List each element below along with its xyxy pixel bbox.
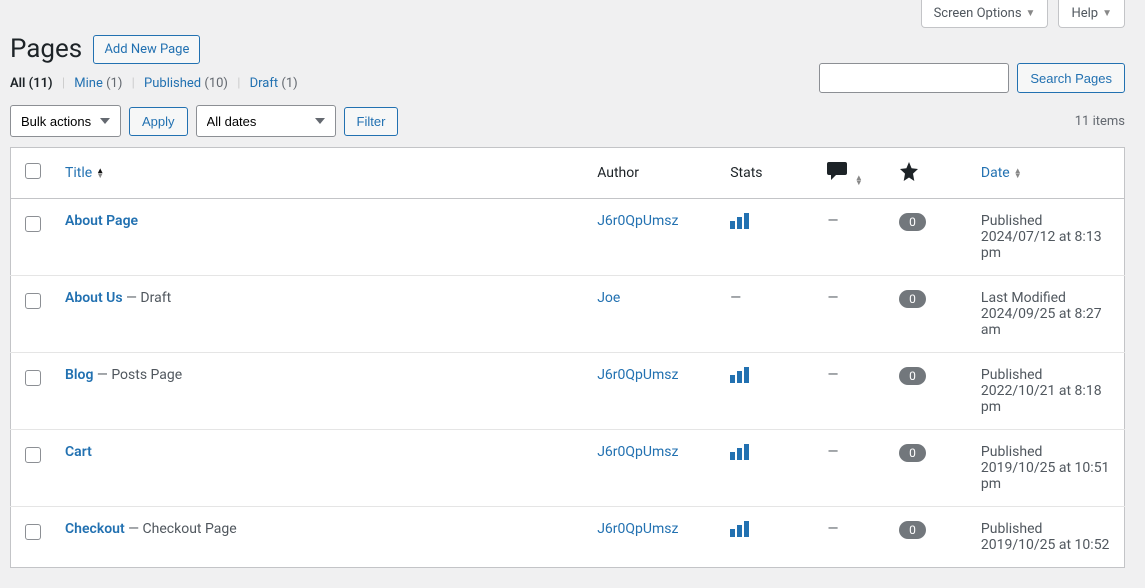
sort-icon: ▲▼: [1014, 168, 1022, 178]
help-label: Help: [1071, 6, 1098, 21]
date-status: Published: [981, 444, 1114, 460]
table-row: Checkout — Checkout Page J6r0QpUmsz — 0 Publ…: [11, 507, 1125, 568]
row-checkbox[interactable]: [25, 370, 41, 386]
row-checkbox[interactable]: [25, 524, 41, 540]
comments-value: —: [827, 213, 838, 229]
author-link[interactable]: Joe: [597, 290, 620, 306]
column-comments[interactable]: ▲▼: [817, 148, 889, 199]
bulk-actions-select[interactable]: Bulk actions: [10, 105, 121, 137]
pages-table: Title ▲▼ Author Stats ▲▼ Date ▲▼: [10, 147, 1125, 568]
date-status: Published: [981, 521, 1114, 537]
date-when: 2024/09/25 at 8:27 am: [981, 306, 1114, 338]
star-icon: [899, 162, 919, 181]
date-status: Last Modified: [981, 290, 1114, 306]
featured-count: 0: [899, 367, 926, 385]
screen-options-tab[interactable]: Screen Options ▼: [921, 0, 1049, 28]
comments-value: —: [827, 444, 838, 460]
row-checkbox[interactable]: [25, 293, 41, 309]
select-all-checkbox[interactable]: [25, 163, 41, 179]
table-row: About Us — Draft Joe — — 0 Last Modified2024/…: [11, 276, 1125, 353]
chevron-down-icon: ▼: [1026, 8, 1036, 19]
row-checkbox[interactable]: [25, 216, 41, 232]
help-tab[interactable]: Help ▼: [1058, 0, 1125, 28]
post-state: — Draft: [123, 290, 172, 306]
stats-bars-icon[interactable]: [730, 444, 749, 460]
date-status: Published: [981, 367, 1114, 383]
column-stats: Stats: [720, 148, 817, 199]
column-date-sort[interactable]: Date ▲▼: [981, 165, 1022, 181]
comments-value: —: [827, 521, 838, 537]
date-when: 2019/10/25 at 10:52: [981, 537, 1114, 553]
column-author: Author: [587, 148, 720, 199]
filter-mine[interactable]: Mine: [74, 76, 106, 91]
table-row: Blog — Posts Page J6r0QpUmsz — 0 Published20…: [11, 353, 1125, 430]
chevron-down-icon: ▼: [1102, 8, 1112, 19]
row-title-link[interactable]: Blog: [65, 367, 93, 383]
comment-icon: [827, 162, 847, 180]
comments-value: —: [827, 367, 838, 383]
stats-empty: —: [730, 290, 741, 306]
sort-icon: ▲▼: [855, 175, 863, 185]
row-checkbox[interactable]: [25, 447, 41, 463]
stats-bars-icon[interactable]: [730, 367, 749, 383]
search-input[interactable]: [819, 63, 1009, 93]
featured-count: 0: [899, 444, 926, 462]
table-row: About Page J6r0QpUmsz — 0 Published2024/07/1…: [11, 199, 1125, 276]
column-featured: [889, 148, 971, 199]
column-title-sort[interactable]: Title ▲▼: [65, 165, 104, 181]
stats-bars-icon[interactable]: [730, 213, 749, 229]
table-row: Cart J6r0QpUmsz — 0 Published2019/10/25 at 1…: [11, 430, 1125, 507]
date-when: 2024/07/12 at 8:13 pm: [981, 229, 1114, 261]
author-link[interactable]: J6r0QpUmsz: [597, 521, 678, 537]
featured-count: 0: [899, 213, 926, 231]
date-when: 2019/10/25 at 10:51 pm: [981, 460, 1114, 492]
filter-button[interactable]: Filter: [344, 107, 399, 136]
post-state: — Posts Page: [93, 367, 182, 383]
add-new-page-button[interactable]: Add New Page: [93, 35, 200, 64]
row-title-link[interactable]: Cart: [65, 444, 92, 460]
date-when: 2022/10/21 at 8:18 pm: [981, 383, 1114, 415]
author-link[interactable]: J6r0QpUmsz: [597, 367, 678, 383]
filter-draft[interactable]: Draft: [250, 76, 282, 91]
featured-count: 0: [899, 290, 926, 308]
row-title-link[interactable]: About Page: [65, 213, 138, 229]
filter-all[interactable]: All (11): [10, 76, 56, 91]
dates-select[interactable]: All dates: [196, 105, 336, 137]
row-title-link[interactable]: Checkout: [65, 521, 125, 537]
date-status: Published: [981, 213, 1114, 229]
row-title-link[interactable]: About Us: [65, 290, 123, 306]
apply-button[interactable]: Apply: [129, 107, 188, 136]
stats-bars-icon[interactable]: [730, 521, 749, 537]
comments-value: —: [827, 290, 838, 306]
author-link[interactable]: J6r0QpUmsz: [597, 444, 678, 460]
sort-icon: ▲▼: [96, 168, 104, 178]
filter-published[interactable]: Published: [144, 76, 204, 91]
item-count: 11 items: [1075, 114, 1125, 129]
author-link[interactable]: J6r0QpUmsz: [597, 213, 678, 229]
page-title: Pages: [10, 34, 82, 64]
post-state: — Checkout Page: [125, 521, 237, 537]
screen-options-label: Screen Options: [934, 6, 1022, 21]
featured-count: 0: [899, 521, 926, 539]
search-pages-button[interactable]: Search Pages: [1017, 63, 1125, 93]
